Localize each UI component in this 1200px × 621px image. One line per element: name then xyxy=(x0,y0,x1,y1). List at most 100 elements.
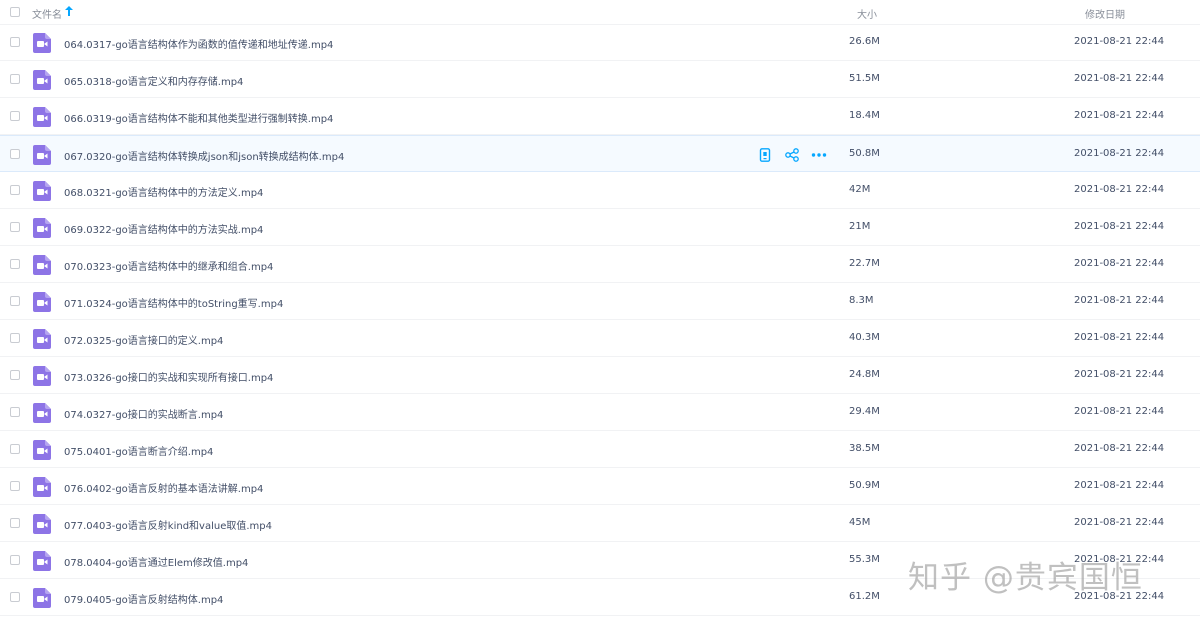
file-name[interactable]: 071.0324-go语言结构体中的toString重写.mp4 xyxy=(64,295,283,310)
file-row[interactable]: 076.0402-go语言反射的基本语法讲解.mp4 50.9M 2021-08-2… xyxy=(0,468,1200,505)
file-name[interactable]: 078.0404-go语言通过Elem修改值.mp4 xyxy=(64,554,248,569)
file-date: 2021-08-21 22:44 xyxy=(1074,148,1165,159)
row-checkbox[interactable] xyxy=(10,149,20,159)
file-row[interactable]: 072.0325-go语言接口的定义.mp4 40.3M 2021-08-21 22… xyxy=(0,320,1200,357)
file-size: 24.8M xyxy=(849,369,880,380)
file-size: 26.6M xyxy=(849,36,880,47)
file-row[interactable]: 075.0401-go语言断言介绍.mp4 38.5M 2021-08-21 22:… xyxy=(0,431,1200,468)
select-all-checkbox[interactable] xyxy=(10,7,20,17)
file-date: 2021-08-21 22:44 xyxy=(1074,480,1165,491)
file-size: 38.5M xyxy=(849,443,880,454)
file-date: 2021-08-21 22:44 xyxy=(1074,406,1165,417)
video-file-icon xyxy=(33,403,51,423)
watermark: 知乎 @贵宾国恒 xyxy=(908,560,1143,596)
file-date: 2021-08-21 22:44 xyxy=(1074,73,1165,84)
file-row[interactable]: 073.0326-go接口的实战和实现所有接口.mp4 24.8M 2021-08-… xyxy=(0,357,1200,394)
file-row[interactable]: 066.0319-go语言结构体不能和其他类型进行强制转换.mp4 18.4M 20… xyxy=(0,98,1200,135)
file-row[interactable]: 068.0321-go语言结构体中的方法定义.mp4 42M 2021-08-21 … xyxy=(0,172,1200,209)
file-row[interactable]: 069.0322-go语言结构体中的方法实战.mp4 21M 2021-08-21 … xyxy=(0,209,1200,246)
row-checkbox[interactable] xyxy=(10,481,20,491)
file-name[interactable]: 067.0320-go语言结构体转换成json和json转换成结构体.mp4 xyxy=(64,148,344,163)
row-checkbox[interactable] xyxy=(10,222,20,232)
file-name[interactable]: 070.0323-go语言结构体中的继承和组合.mp4 xyxy=(64,258,273,273)
row-checkbox[interactable] xyxy=(10,333,20,343)
row-checkbox[interactable] xyxy=(10,111,20,121)
row-checkbox[interactable] xyxy=(10,185,20,195)
file-date: 2021-08-21 22:44 xyxy=(1074,443,1165,454)
row-checkbox[interactable] xyxy=(10,555,20,565)
file-row[interactable]: 074.0327-go接口的实战断言.mp4 29.4M 2021-08-21 22… xyxy=(0,394,1200,431)
file-size: 22.7M xyxy=(849,258,880,269)
row-checkbox[interactable] xyxy=(10,407,20,417)
file-size: 18.4M xyxy=(849,110,880,121)
file-size: 45M xyxy=(849,517,871,528)
row-checkbox[interactable] xyxy=(10,444,20,454)
name-column-header[interactable]: 文件名 xyxy=(32,6,62,21)
file-size: 51.5M xyxy=(849,73,880,84)
more-icon[interactable] xyxy=(811,148,827,162)
file-name[interactable]: 068.0321-go语言结构体中的方法定义.mp4 xyxy=(64,184,263,199)
file-row[interactable]: 064.0317-go语言结构体作为函数的值传递和地址传递.mp4 26.6M 20… xyxy=(0,24,1200,61)
file-date: 2021-08-21 22:44 xyxy=(1074,36,1165,47)
file-row[interactable]: 071.0324-go语言结构体中的toString重写.mp4 8.3M 2021… xyxy=(0,283,1200,320)
video-file-icon xyxy=(33,70,51,90)
share-icon[interactable] xyxy=(785,148,799,162)
file-name[interactable]: 079.0405-go语言反射结构体.mp4 xyxy=(64,591,223,606)
file-name[interactable]: 066.0319-go语言结构体不能和其他类型进行强制转换.mp4 xyxy=(64,110,333,125)
file-list-page: 文件名 大小 修改日期 064.0317-go语言结构体作为函数的值传递和地址传… xyxy=(0,0,1200,621)
file-row[interactable]: 077.0403-go语言反射kind和value取值.mp4 45M 2021-0… xyxy=(0,505,1200,542)
file-name[interactable]: 065.0318-go语言定义和内存存储.mp4 xyxy=(64,73,243,88)
video-file-icon xyxy=(33,440,51,460)
row-checkbox[interactable] xyxy=(10,296,20,306)
size-column-header[interactable]: 大小 xyxy=(857,6,877,21)
file-row[interactable]: 067.0320-go语言结构体转换成json和json转换成结构体.mp4 50… xyxy=(0,135,1200,172)
video-file-icon xyxy=(33,366,51,386)
video-file-icon xyxy=(33,588,51,608)
file-list: 064.0317-go语言结构体作为函数的值传递和地址传递.mp4 26.6M 20… xyxy=(0,24,1200,616)
phone-icon[interactable] xyxy=(758,148,772,162)
row-checkbox[interactable] xyxy=(10,74,20,84)
video-file-icon xyxy=(33,292,51,312)
row-checkbox[interactable] xyxy=(10,370,20,380)
row-checkbox[interactable] xyxy=(10,518,20,528)
video-file-icon xyxy=(33,181,51,201)
file-date: 2021-08-21 22:44 xyxy=(1074,110,1165,121)
file-row[interactable]: 070.0323-go语言结构体中的继承和组合.mp4 22.7M 2021-08-… xyxy=(0,246,1200,283)
video-file-icon xyxy=(33,218,51,238)
file-size: 29.4M xyxy=(849,406,880,417)
file-name[interactable]: 074.0327-go接口的实战断言.mp4 xyxy=(64,406,223,421)
file-name[interactable]: 064.0317-go语言结构体作为函数的值传递和地址传递.mp4 xyxy=(64,36,333,51)
file-name[interactable]: 072.0325-go语言接口的定义.mp4 xyxy=(64,332,223,347)
row-checkbox[interactable] xyxy=(10,259,20,269)
row-checkbox[interactable] xyxy=(10,37,20,47)
file-name[interactable]: 077.0403-go语言反射kind和value取值.mp4 xyxy=(64,517,272,532)
file-date: 2021-08-21 22:44 xyxy=(1074,369,1165,380)
file-name[interactable]: 076.0402-go语言反射的基本语法讲解.mp4 xyxy=(64,480,263,495)
arrow-up-icon[interactable] xyxy=(65,6,73,19)
file-date: 2021-08-21 22:44 xyxy=(1074,517,1165,528)
file-size: 61.2M xyxy=(849,591,880,602)
video-file-icon xyxy=(33,514,51,534)
video-file-icon xyxy=(33,145,51,165)
video-file-icon xyxy=(33,551,51,571)
file-name[interactable]: 073.0326-go接口的实战和实现所有接口.mp4 xyxy=(64,369,273,384)
video-file-icon xyxy=(33,255,51,275)
file-row[interactable]: 065.0318-go语言定义和内存存储.mp4 51.5M 2021-08-21 … xyxy=(0,61,1200,98)
file-size: 50.8M xyxy=(849,148,880,159)
date-column-header[interactable]: 修改日期 xyxy=(1085,6,1125,21)
video-file-icon xyxy=(33,329,51,349)
file-name[interactable]: 069.0322-go语言结构体中的方法实战.mp4 xyxy=(64,221,263,236)
file-list-header: 文件名 大小 修改日期 xyxy=(0,0,1200,25)
row-checkbox[interactable] xyxy=(10,592,20,602)
file-size: 55.3M xyxy=(849,554,880,565)
video-file-icon xyxy=(33,107,51,127)
file-size: 8.3M xyxy=(849,295,874,306)
file-size: 21M xyxy=(849,221,871,232)
video-file-icon xyxy=(33,33,51,53)
file-date: 2021-08-21 22:44 xyxy=(1074,184,1165,195)
file-date: 2021-08-21 22:44 xyxy=(1074,258,1165,269)
file-name[interactable]: 075.0401-go语言断言介绍.mp4 xyxy=(64,443,213,458)
file-date: 2021-08-21 22:44 xyxy=(1074,332,1165,343)
file-size: 40.3M xyxy=(849,332,880,343)
file-date: 2021-08-21 22:44 xyxy=(1074,295,1165,306)
